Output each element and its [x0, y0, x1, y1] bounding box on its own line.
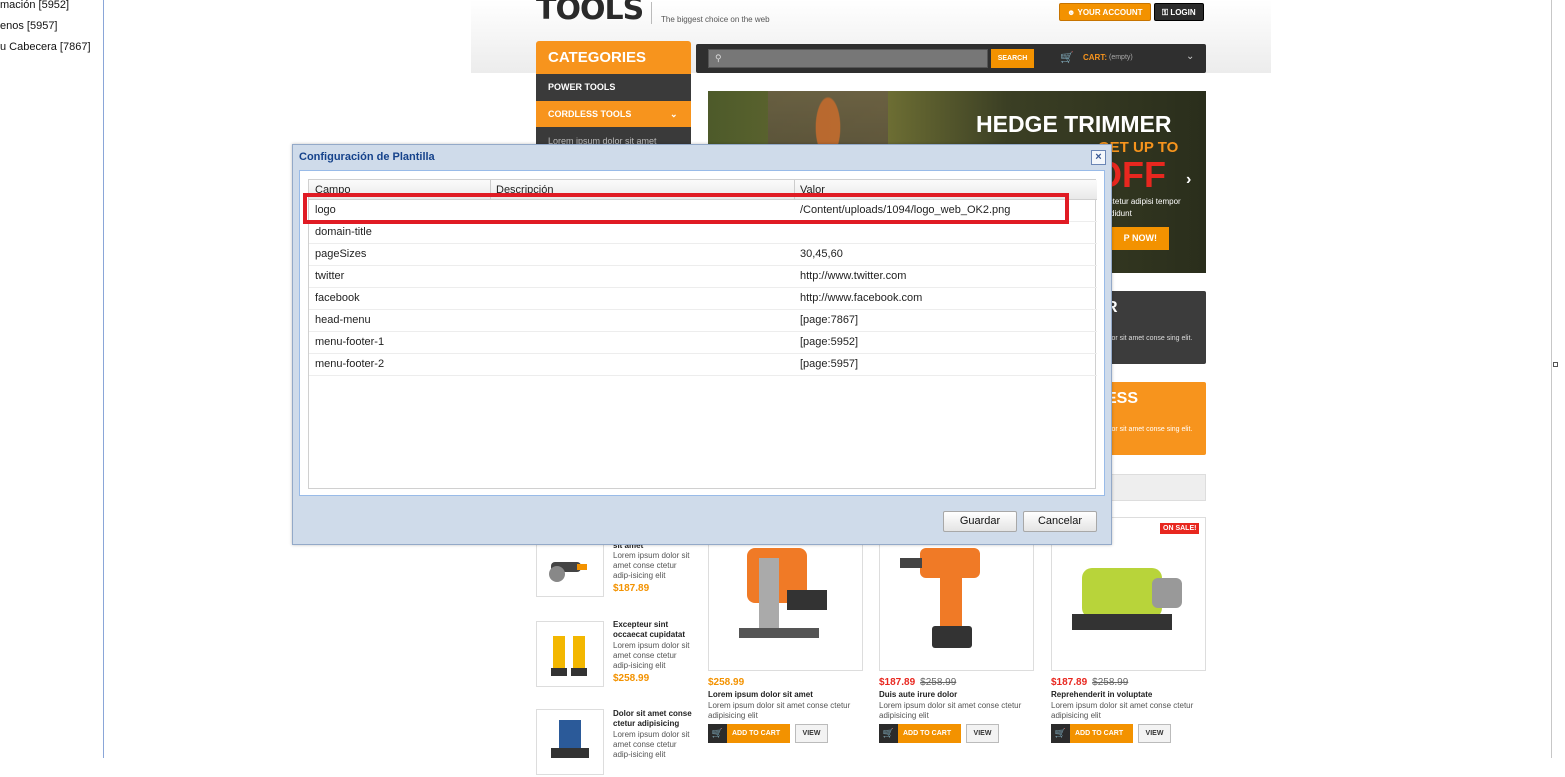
product-title[interactable]: Lorem ipsum dolor sit amet [708, 690, 813, 699]
side-product-desc: Lorem ipsum dolor sit amet conse ctetur … [613, 551, 690, 580]
product-price: $187.89 $258.99 [879, 677, 956, 688]
cart-icon: 🛒 [1051, 724, 1070, 743]
resize-handle[interactable] [1553, 362, 1558, 367]
tree-item-menu-footer-2[interactable]: enos [5957] [0, 20, 58, 32]
add-to-cart-label: ADD TO CART [732, 730, 781, 737]
login-button[interactable]: ⚿ LOGIN [1154, 3, 1204, 21]
add-to-cart-label: ADD TO CART [903, 730, 952, 737]
cart-icon: 🛒 [879, 724, 898, 743]
user-icon: ☻ [1067, 8, 1078, 17]
side-product-title[interactable]: Dolor sit amet conse ctetur adipisicing [613, 709, 695, 729]
cell-campo: facebook [315, 292, 360, 304]
product-title[interactable]: Reprehenderit in voluptate [1051, 690, 1152, 699]
add-to-cart-button[interactable]: 🛒 ADD TO CART [1051, 724, 1133, 743]
store-logo[interactable]: TOOLS [536, 0, 644, 27]
product-old-price: $258.99 [1092, 677, 1129, 688]
router-icon [551, 720, 589, 758]
side-product-price: $258.99 [613, 673, 650, 684]
your-account-label: YOUR ACCOUNT [1077, 8, 1143, 17]
cell-valor[interactable]: [page:7867] [800, 314, 858, 326]
view-button[interactable]: VIEW [1138, 724, 1171, 743]
side-product-title[interactable]: Excepteur sint occaecat cupidatat [613, 620, 695, 640]
hero-title: HEDGE TRIMMER [976, 111, 1172, 137]
add-to-cart-button[interactable]: 🛒 ADD TO CART [879, 724, 961, 743]
tree-item-head-menu[interactable]: u Cabecera [7867] [0, 41, 91, 53]
cell-campo: menu-footer-1 [315, 336, 385, 348]
hero-text: se ctetur adipisi tempor incididunt [1098, 197, 1181, 218]
search-bar: ⚲ SEARCH 🛒 CART: (empty) ⌄ [696, 44, 1206, 73]
category-cordless-label: CORDLESS TOOLS [548, 109, 632, 119]
category-power-tools[interactable]: POWER TOOLS [536, 74, 691, 100]
cell-valor[interactable]: [page:5952] [800, 336, 858, 348]
cart-status: (empty) [1109, 54, 1133, 61]
table-row[interactable]: head-menu [page:7867] [309, 310, 1097, 332]
table-row[interactable]: menu-footer-2 [page:5957] [309, 354, 1097, 376]
search-button[interactable]: SEARCH [991, 49, 1034, 68]
side-product-image[interactable] [536, 621, 604, 687]
table-row[interactable]: twitter http://www.twitter.com [309, 266, 1097, 288]
product-sale-price: $187.89 [879, 677, 916, 688]
config-grid-body: Campo Descripción Valor logo /Content/up… [308, 179, 1097, 489]
login-label: LOGIN [1170, 8, 1196, 17]
cell-campo: menu-footer-2 [315, 358, 385, 370]
side-product-desc: Lorem ipsum dolor sit amet conse ctetur … [613, 730, 690, 759]
promo-1-text: olor sit amet conse sing elit. [1106, 335, 1193, 342]
product-old-price: $258.99 [920, 677, 957, 688]
drill-set-icon [551, 636, 587, 676]
category-cordless-tools[interactable]: CORDLESS TOOLS ⌄ [536, 101, 691, 127]
on-sale-badge: ON SALE! [1160, 523, 1200, 534]
side-product-desc: Lorem ipsum dolor sit amet conse ctetur … [613, 641, 690, 670]
save-button[interactable]: Guardar [943, 511, 1017, 532]
add-to-cart-label: ADD TO CART [1075, 730, 1124, 737]
highlight-box [303, 193, 1069, 224]
add-to-cart-button[interactable]: 🛒 ADD TO CART [708, 724, 790, 743]
cell-valor[interactable]: http://www.facebook.com [800, 292, 922, 304]
cart-icon: 🛒 [708, 724, 727, 743]
categories-title: CATEGORIES [536, 41, 691, 74]
categories-menu: POWER TOOLS CORDLESS TOOLS ⌄ Lorem ipsum … [536, 74, 691, 154]
view-button[interactable]: VIEW [966, 724, 999, 743]
table-row[interactable]: domain-title [309, 222, 1097, 244]
table-row[interactable]: facebook http://www.facebook.com [309, 288, 1097, 310]
table-row[interactable]: pageSizes 30,45,60 [309, 244, 1097, 266]
panel-divider [1551, 0, 1552, 758]
product-sale-price: $187.89 [1051, 677, 1088, 688]
product-desc: Lorem ipsum dolor sit amet conse ctetur … [1051, 701, 1194, 720]
cell-campo: pageSizes [315, 248, 367, 260]
cart-label[interactable]: CART: [1083, 53, 1107, 62]
product-desc: Lorem ipsum dolor sit amet conse ctetur … [879, 701, 1022, 720]
chevron-down-icon: ⌄ [670, 109, 678, 119]
table-row[interactable]: menu-footer-1 [page:5952] [309, 332, 1097, 354]
logo-separator [651, 2, 652, 24]
product-title[interactable]: Duis aute irure dolor [879, 690, 957, 699]
cell-valor[interactable]: http://www.twitter.com [800, 270, 906, 282]
cancel-button[interactable]: Cancelar [1023, 511, 1097, 532]
page-tree-panel: mación [5952] enos [5957] u Cabecera [78… [0, 0, 104, 758]
dialog-title: Configuración de Plantilla [299, 151, 435, 163]
side-product-price: $187.89 [613, 583, 650, 594]
search-icon: ⚲ [715, 53, 722, 63]
product-desc: Lorem ipsum dolor sit amet conse ctetur … [708, 701, 851, 720]
cart-icon[interactable]: 🛒 [1060, 51, 1074, 64]
view-button[interactable]: VIEW [795, 724, 828, 743]
cell-campo: twitter [315, 270, 345, 282]
search-input[interactable]: ⚲ [708, 49, 988, 68]
product-price: $258.99 [708, 677, 745, 688]
chevron-right-icon[interactable]: › [1186, 171, 1191, 189]
side-product-image[interactable] [536, 709, 604, 775]
your-account-button[interactable]: ☻ YOUR ACCOUNT [1059, 3, 1151, 21]
cell-campo: head-menu [315, 314, 371, 326]
promo-2-text: olor sit amet conse sing elit. [1106, 426, 1193, 433]
cell-valor[interactable]: 30,45,60 [800, 248, 843, 260]
cell-valor[interactable]: [page:5957] [800, 358, 858, 370]
cell-campo: domain-title [315, 226, 372, 238]
close-icon[interactable]: × [1091, 150, 1106, 165]
chevron-down-icon[interactable]: ⌄ [1186, 51, 1194, 62]
product-price: $187.89 $258.99 [1051, 677, 1128, 688]
store-tagline: The biggest choice on the web [661, 15, 770, 24]
tree-item-menu-footer-1[interactable]: mación [5952] [0, 0, 69, 11]
